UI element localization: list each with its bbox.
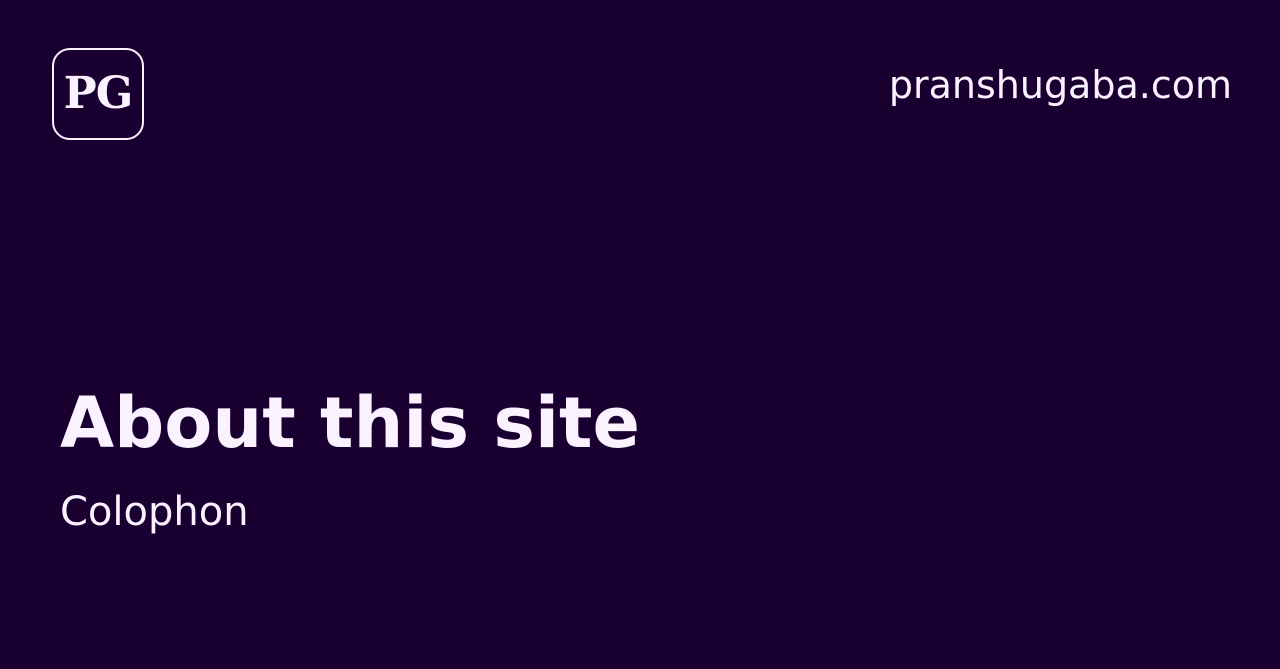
logo-monogram: PG [63,68,134,119]
page-subtitle: Colophon [60,489,249,535]
page-title: About this site [60,382,640,464]
site-logo: PG [52,48,144,140]
og-card: { "logo": { "text": "PG" }, "header": { … [0,0,1280,669]
site-domain: pranshugaba.com [888,63,1232,107]
